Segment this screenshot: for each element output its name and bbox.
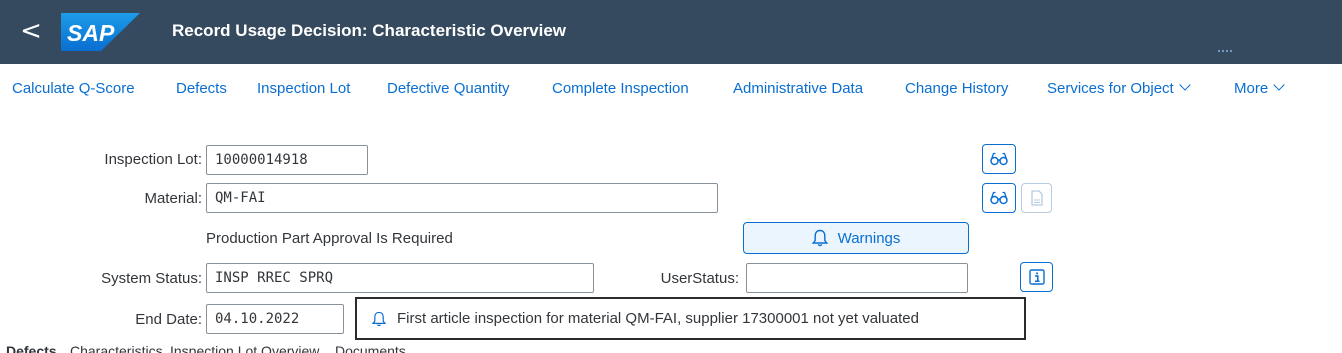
tab-inspection-lot-overview[interactable]: Inspection Lot Overview: [170, 343, 319, 353]
display-inspection-lot-button[interactable]: [982, 144, 1016, 174]
status-info-button[interactable]: [1020, 262, 1053, 292]
app-title: Record Usage Decision: Characteristic Ov…: [172, 21, 566, 40]
defects-button[interactable]: Defects: [176, 79, 227, 99]
glasses-icon: [990, 152, 1008, 166]
system-status-label: System Status:: [101, 270, 202, 287]
tab-characteristics[interactable]: Characteristics: [70, 343, 163, 353]
overflow-dots: [1217, 49, 1233, 53]
section-tabs: Defects Characteristics Inspection Lot O…: [0, 343, 1342, 353]
services-for-object-label: Services for Object: [1047, 80, 1174, 97]
chevron-down-icon: [1179, 79, 1191, 91]
end-date-label: End Date:: [135, 311, 202, 328]
back-button[interactable]: <: [18, 14, 44, 48]
action-toolbar: Calculate Q-Score Defects Inspection Lot…: [0, 64, 1342, 114]
tab-defects[interactable]: Defects: [6, 343, 57, 353]
inspection-lot-button[interactable]: Inspection Lot: [257, 79, 350, 99]
administrative-data-button[interactable]: Administrative Data: [733, 79, 863, 99]
change-history-button[interactable]: Change History: [905, 79, 1008, 99]
info-icon: [1028, 269, 1045, 285]
chevron-down-icon: [1273, 79, 1285, 91]
message-strip: First article inspection for material QM…: [355, 297, 1026, 340]
end-date-field[interactable]: 04.10.2022: [206, 304, 344, 334]
complete-inspection-button[interactable]: Complete Inspection: [552, 79, 689, 99]
calculate-q-score-button[interactable]: Calculate Q-Score: [12, 79, 135, 99]
document-icon: [1030, 190, 1043, 206]
material-field[interactable]: QM-FAI: [206, 183, 718, 213]
bell-icon: [811, 229, 828, 247]
services-for-object-menu[interactable]: Services for Object: [1047, 79, 1191, 99]
defective-quantity-button[interactable]: Defective Quantity: [387, 79, 510, 99]
material-document-button[interactable]: [1021, 183, 1052, 213]
warnings-label: Warnings: [837, 229, 901, 247]
inspection-lot-field[interactable]: 10000014918: [206, 145, 368, 175]
inspection-lot-label: Inspection Lot:: [104, 151, 202, 168]
bell-icon: [372, 311, 386, 326]
more-label: More: [1234, 80, 1269, 97]
user-status-label: UserStatus:: [660, 270, 739, 287]
system-status-field[interactable]: INSP RREC SPRQ: [206, 263, 594, 293]
display-material-button[interactable]: [982, 183, 1016, 213]
shell-bar: < SAP Record Usage Decision: Characteris…: [0, 0, 1342, 64]
warnings-button[interactable]: Warnings: [743, 222, 969, 254]
more-menu[interactable]: More: [1234, 79, 1285, 99]
user-status-field[interactable]: [746, 263, 968, 293]
glasses-icon: [990, 191, 1008, 205]
message-text: First article inspection for material QM…: [397, 310, 919, 327]
sap-logo-text: SAP: [67, 20, 115, 46]
sap-logo[interactable]: SAP: [61, 13, 140, 51]
material-label: Material:: [144, 190, 202, 207]
ppap-required-text: Production Part Approval Is Required: [206, 230, 453, 247]
tab-documents[interactable]: Documents: [335, 343, 406, 353]
